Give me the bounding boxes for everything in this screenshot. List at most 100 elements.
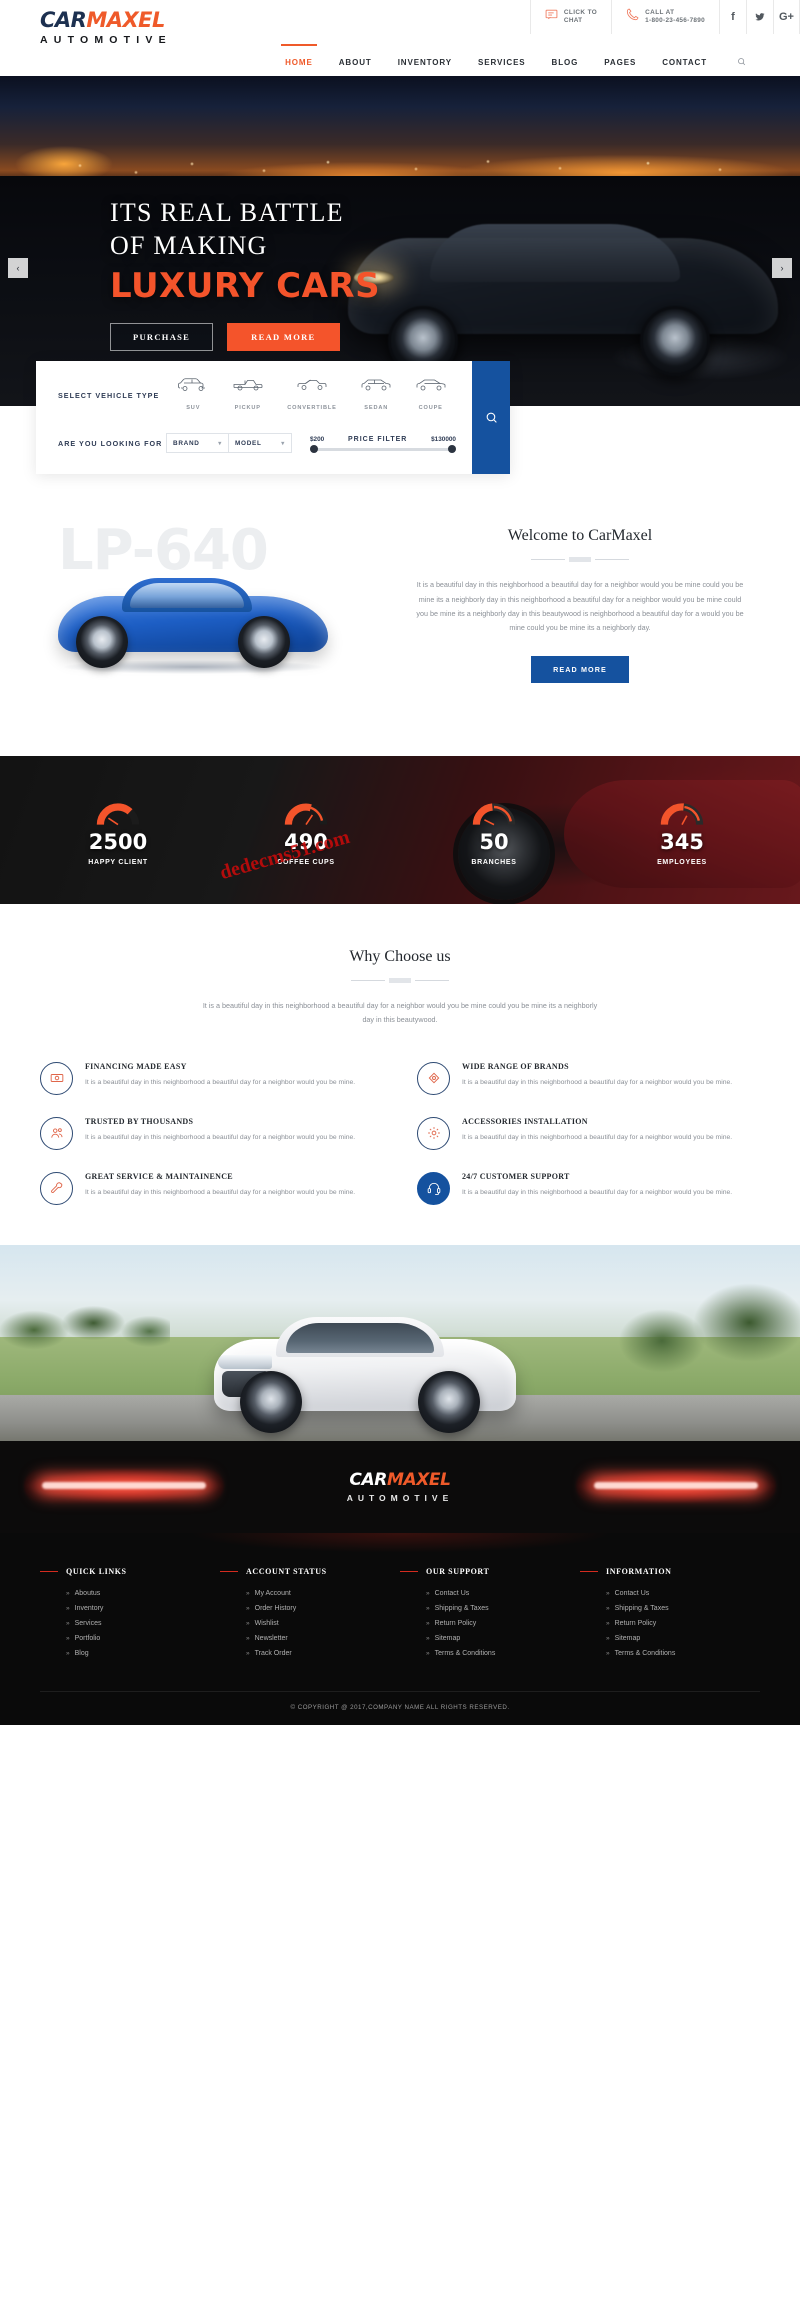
vehicle-type-suv[interactable]: SUV: [178, 377, 208, 414]
footer-link[interactable]: Track Order: [255, 1650, 292, 1657]
list-item[interactable]: » Portfolio: [66, 1635, 220, 1642]
chevron-right-icon: »: [606, 1589, 610, 1597]
pickup-icon: [233, 380, 263, 391]
list-item[interactable]: » Wishlist: [246, 1620, 400, 1627]
divider-block: [569, 557, 591, 563]
list-item[interactable]: » Return Policy: [426, 1620, 580, 1627]
welcome-title: Welcome to CarMaxel: [507, 527, 653, 545]
footer-link[interactable]: Shipping & Taxes: [435, 1605, 489, 1612]
feature-text: GREAT SERVICE & MAINTAINENCE It is a bea…: [85, 1172, 355, 1200]
call-at-block[interactable]: CALL AT 1-800-23-456-7890: [611, 0, 719, 34]
vehicle-type-convertible[interactable]: CONVERTIBLE: [287, 377, 336, 414]
list-item[interactable]: » Blog: [66, 1650, 220, 1657]
footer-link[interactable]: Contact Us: [435, 1590, 470, 1597]
list-item[interactable]: » Sitemap: [606, 1635, 760, 1642]
list-item[interactable]: » Shipping & Taxes: [606, 1605, 760, 1612]
list-item[interactable]: » Terms & Conditions: [606, 1650, 760, 1657]
feature-customer-support: 24/7 CUSTOMER SUPPORT It is a beautiful …: [417, 1171, 760, 1205]
google-plus-icon[interactable]: G+: [773, 0, 800, 34]
footer-link[interactable]: Return Policy: [435, 1620, 477, 1627]
list-item[interactable]: » My Account: [246, 1590, 400, 1597]
click-to-chat-block[interactable]: CLICK TO CHAT: [529, 0, 611, 34]
list-item[interactable]: » Inventory: [66, 1605, 220, 1612]
read-more-button[interactable]: READ MORE: [227, 322, 340, 351]
filter-search-button[interactable]: [472, 361, 510, 474]
footer-brand-banner: CARMAXEL AUTOMOTIVE: [0, 1440, 800, 1533]
list-item[interactable]: » Terms & Conditions: [426, 1650, 580, 1657]
list-item[interactable]: » Shipping & Taxes: [426, 1605, 580, 1612]
nav-item-inventory[interactable]: INVENTORY: [398, 52, 452, 73]
site-logo[interactable]: CARMAXEL AUTOMOTIVE: [0, 0, 290, 48]
feature-text: 24/7 CUSTOMER SUPPORT It is a beautiful …: [462, 1172, 732, 1200]
logo-part-maxel: MAXEL: [86, 8, 165, 32]
footer-link[interactable]: Services: [75, 1620, 102, 1627]
footer-logo-part-maxel: MAXEL: [386, 1470, 451, 1491]
footer-link[interactable]: Return Policy: [615, 1620, 657, 1627]
footer-link[interactable]: Contact Us: [615, 1590, 650, 1597]
list-item[interactable]: » Order History: [246, 1605, 400, 1612]
brand-select[interactable]: BRAND ▾: [166, 433, 229, 453]
nav-item-contact[interactable]: CONTACT: [662, 52, 707, 73]
footer-link[interactable]: Newsletter: [255, 1635, 288, 1642]
nav-item-blog[interactable]: BLOG: [552, 52, 579, 73]
label-select-vehicle-type: SELECT VEHICLE TYPE: [58, 391, 160, 400]
footer-link[interactable]: Portfolio: [75, 1635, 101, 1642]
footer-link[interactable]: My Account: [255, 1590, 291, 1597]
nav-item-home[interactable]: HOME: [281, 43, 317, 73]
list-item[interactable]: » Services: [66, 1620, 220, 1627]
footer-link-list: » Aboutus » Inventory » Services » Portfolio…: [40, 1590, 220, 1657]
vehicle-type-coupe[interactable]: COUPE: [416, 377, 446, 414]
brand-select-value: BRAND: [173, 439, 200, 447]
welcome-section: LP-640 Welcome to CarMaxel It is a beaut…: [0, 502, 800, 756]
list-item[interactable]: » Sitemap: [426, 1635, 580, 1642]
footer-link[interactable]: Shipping & Taxes: [615, 1605, 669, 1612]
footer-link[interactable]: Aboutus: [75, 1590, 101, 1597]
list-item[interactable]: » Aboutus: [66, 1590, 220, 1597]
price-slider-knob-min[interactable]: [310, 445, 318, 453]
feature-financing-made-easy: FINANCING MADE EASY It is a beautiful da…: [40, 1061, 383, 1095]
search-icon[interactable]: [737, 57, 746, 68]
purchase-button[interactable]: PURCHASE: [110, 322, 214, 351]
list-item[interactable]: » Track Order: [246, 1650, 400, 1657]
price-filter-labels: $200 PRICE FILTER $130000: [310, 436, 456, 443]
slider-prev-arrow[interactable]: ‹: [8, 258, 28, 278]
vehicle-type-pickup[interactable]: PICKUP: [233, 377, 263, 414]
facebook-icon[interactable]: f: [719, 0, 746, 34]
dash-icon: [580, 1570, 598, 1573]
price-slider-knob-max[interactable]: [448, 445, 456, 453]
list-item[interactable]: » Newsletter: [246, 1635, 400, 1642]
feature-desc: It is a beautiful day in this neighborho…: [85, 1188, 356, 1196]
banner-trees-left: [0, 1280, 170, 1351]
chat-line2: CHAT: [563, 17, 583, 24]
nav-item-pages[interactable]: PAGES: [604, 52, 636, 73]
footer-link[interactable]: Terms & Conditions: [615, 1650, 676, 1657]
price-range-slider[interactable]: [310, 445, 456, 453]
nav-item-about[interactable]: ABOUT: [339, 52, 372, 73]
nav-item-services[interactable]: SERVICES: [478, 52, 526, 73]
chevron-right-icon: »: [246, 1634, 250, 1642]
top-bar: CARMAXEL AUTOMOTIVE CLICK TO CHAT CALL A…: [0, 0, 800, 48]
model-select[interactable]: MODEL ▾: [229, 433, 292, 453]
footer-link[interactable]: Wishlist: [255, 1620, 279, 1627]
footer-logo[interactable]: CARMAXEL AUTOMOTIVE: [347, 1470, 454, 1503]
footer-link[interactable]: Terms & Conditions: [435, 1650, 496, 1657]
vehicle-type-sedan[interactable]: SEDAN: [361, 377, 391, 414]
chevron-down-icon: ▾: [218, 440, 222, 447]
footer-link[interactable]: Sitemap: [615, 1635, 641, 1642]
footer-link[interactable]: Blog: [75, 1650, 89, 1657]
footer-link[interactable]: Sitemap: [435, 1635, 461, 1642]
footer-link[interactable]: Order History: [255, 1605, 297, 1612]
feature-desc: It is a beautiful day in this neighborho…: [85, 1133, 356, 1141]
price-filter: $200 PRICE FILTER $130000: [310, 436, 472, 453]
footer-link[interactable]: Inventory: [75, 1605, 104, 1612]
list-item[interactable]: » Contact Us: [426, 1590, 580, 1597]
chat-text: CLICK TO CHAT: [564, 9, 597, 25]
welcome-read-more-button[interactable]: READ MORE: [531, 655, 629, 683]
list-item[interactable]: » Contact Us: [606, 1590, 760, 1597]
slider-next-arrow[interactable]: ›: [772, 258, 792, 278]
vehicle-type-suv-label: SUV: [186, 405, 201, 411]
vehicle-type-convertible-label: CONVERTIBLE: [287, 405, 337, 411]
twitter-icon[interactable]: [746, 0, 773, 34]
list-item[interactable]: » Return Policy: [606, 1620, 760, 1627]
footer-link-list: » Contact Us » Shipping & Taxes » Return Po…: [400, 1590, 580, 1657]
